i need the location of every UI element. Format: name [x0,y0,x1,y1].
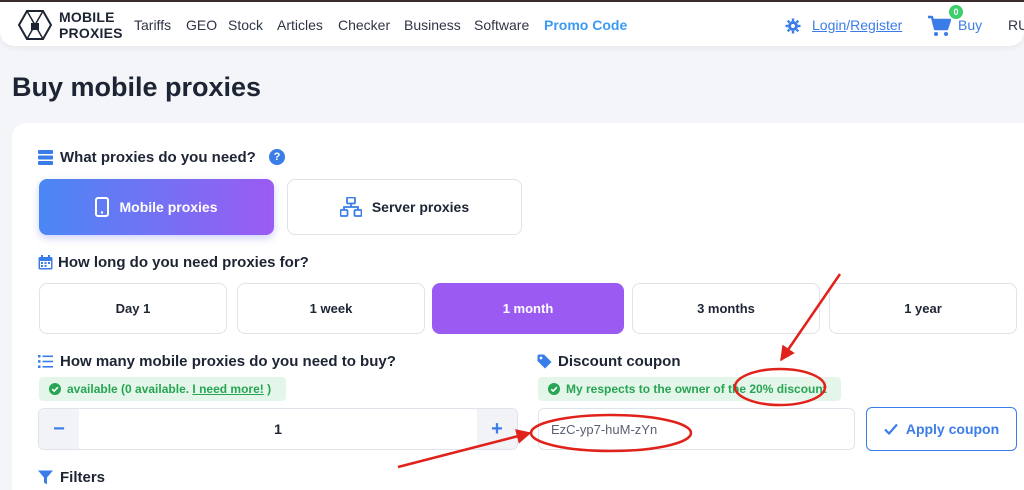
top-navbar: MOBILE PROXIES Tariffs GEO Stock Article… [0,0,1024,46]
buy-link[interactable]: Buy [958,17,982,33]
duration-day-1[interactable]: Day 1 [39,283,227,334]
calendar-icon [38,255,53,270]
check-icon [884,423,898,435]
network-icon [339,197,362,217]
coupon-input[interactable]: EzC-yp7-huM-zYn [538,408,855,450]
smartphone-icon [95,197,110,217]
quantity-title: How many mobile proxies do you need to b… [60,353,396,370]
nav-geo[interactable]: GEO [186,17,217,33]
nav-articles[interactable]: Articles [277,17,323,33]
duration-title: How long do you need proxies for? [58,254,309,271]
duration-1-year[interactable]: 1 year [829,283,1017,334]
nav-promo-code[interactable]: Promo Code [544,17,627,33]
logo-icon[interactable] [18,10,52,40]
duration-3-months[interactable]: 3 months [632,283,820,334]
availability-suffix: ) [263,382,272,396]
apply-coupon-label: Apply coupon [905,421,1000,437]
help-icon[interactable]: ? [269,149,285,165]
nav-checker[interactable]: Checker [338,17,390,33]
gear-icon[interactable] [785,18,801,34]
filters-title: Filters [60,469,106,486]
list-icon [38,355,53,368]
nav-tariffs[interactable]: Tariffs [134,17,171,33]
auth-links: Login/Register [812,17,902,33]
language-switcher[interactable]: RU [1008,17,1024,33]
availability-status: available (0 available. I need more! ) [39,377,286,401]
login-link[interactable]: Login [812,17,846,33]
coupon-status-text: My respects to the owner of the 20% disc… [566,382,827,396]
check-circle-icon [548,383,560,395]
increment-button[interactable]: + [477,409,517,449]
coupon-title: Discount coupon [558,353,681,370]
coupon-status: My respects to the owner of the 20% disc… [538,377,841,401]
brand-name[interactable]: MOBILE PROXIES [59,9,123,41]
cart-icon[interactable] [927,15,951,37]
duration-1-week[interactable]: 1 week [237,283,425,334]
page-title: Buy mobile proxies [12,72,262,102]
need-more-link[interactable]: I need more! [192,382,263,396]
check-circle-icon [49,383,61,395]
availability-text: available (0 available. [67,382,193,396]
server-proxies-label: Server proxies [371,199,470,215]
register-link[interactable]: Register [850,17,902,33]
server-list-icon [38,150,53,165]
duration-1-month[interactable]: 1 month [432,283,624,334]
server-proxies-button[interactable]: Server proxies [287,179,522,235]
nav-business[interactable]: Business [404,17,461,33]
filter-icon [38,470,53,485]
mobile-proxies-button[interactable]: Mobile proxies [39,179,274,235]
tag-icon [537,354,552,369]
apply-coupon-button[interactable]: Apply coupon [866,407,1017,451]
nav-software[interactable]: Software [474,17,529,33]
nav-stock[interactable]: Stock [228,17,263,33]
decrement-button[interactable]: − [39,409,79,449]
mobile-proxies-label: Mobile proxies [119,199,218,215]
quantity-input[interactable]: 1 [79,409,477,449]
quantity-stepper: − 1 + [38,408,518,450]
proxy-type-title: What proxies do you need? [60,149,256,166]
